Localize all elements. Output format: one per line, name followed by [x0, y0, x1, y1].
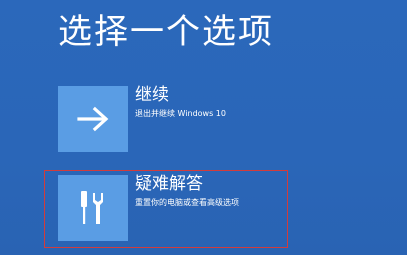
troubleshoot-tile[interactable] [58, 175, 128, 241]
tools-icon [81, 191, 103, 224]
continue-description: 退出并继续 Windows 10 [135, 109, 226, 118]
troubleshoot-option[interactable]: 疑难解答 重置你的电脑或查看高级选项 [58, 174, 358, 241]
page-title: 选择一个选项 [58, 12, 274, 52]
recovery-screen: 选择一个选项 继续 退出并继续 Windows 10 疑难解答 重置你的电脑或查… [0, 0, 407, 255]
troubleshoot-description: 重置你的电脑或查看高级选项 [135, 198, 239, 207]
troubleshoot-title: 疑难解答 [135, 174, 203, 194]
continue-title: 继续 [135, 85, 169, 105]
arrow-right-icon [77, 106, 109, 132]
continue-option[interactable]: 继续 退出并继续 Windows 10 [58, 85, 358, 152]
continue-tile[interactable] [58, 86, 128, 152]
